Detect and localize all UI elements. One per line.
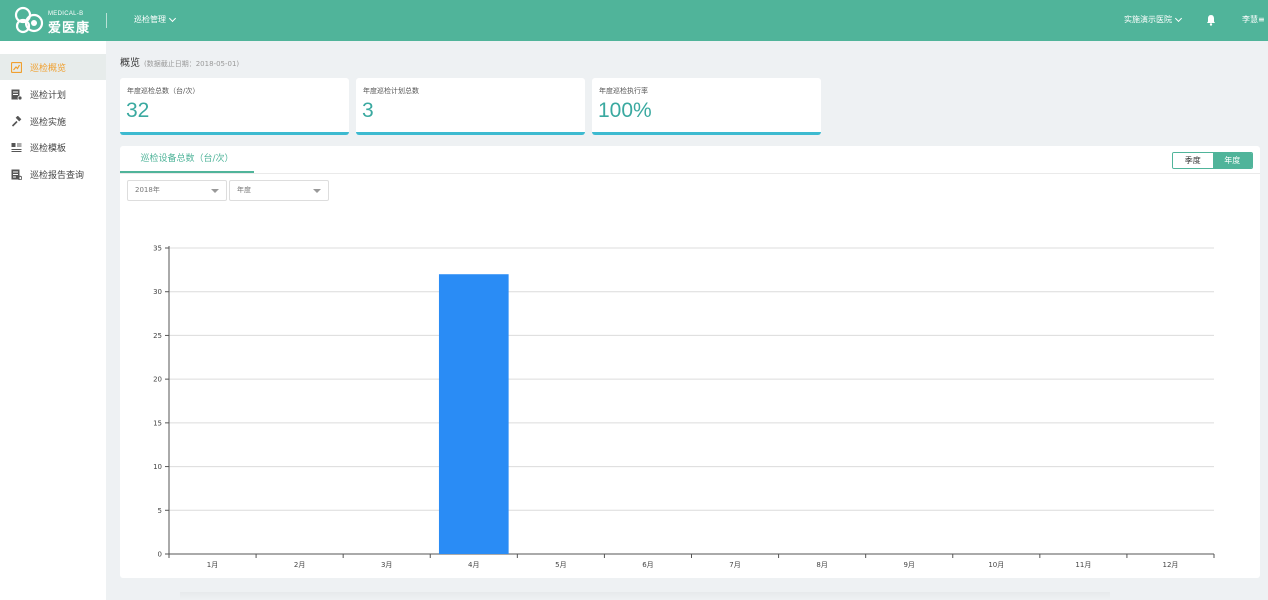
- sidebar-item-overview[interactable]: 巡检概览: [0, 54, 106, 80]
- logo-mark-icon: [14, 6, 44, 34]
- y-tick-label: 20: [153, 376, 162, 384]
- hammer-icon: [9, 114, 23, 128]
- user-menu[interactable]: 李慧≡: [1242, 14, 1265, 25]
- stat-card-value: 100%: [598, 99, 652, 122]
- data-date-note: (数据截止日期：2018-05-01): [144, 60, 240, 68]
- x-tick-label: 1月: [207, 561, 218, 569]
- stat-card-label: 年度巡检计划总数: [363, 87, 419, 95]
- sidebar-item-template[interactable]: 巡检模板: [0, 134, 106, 160]
- x-tick-label: 7月: [729, 561, 740, 569]
- bar-chart: 0 5 10 15 20 25 30 35 1月 2月 3月 4月 5月 6月 7月 8月 9月 10月 11月 12…: [153, 245, 1215, 569]
- sidebar-item-label: 巡检实施: [30, 117, 67, 128]
- header-divider: [106, 13, 107, 28]
- x-tick-label: 2月: [294, 561, 305, 569]
- page-title: 概览 (数据截止日期：2018-05-01): [120, 54, 239, 69]
- y-tick-label: 25: [153, 332, 162, 340]
- stat-card-value: 32: [126, 99, 150, 122]
- stat-card-label: 年度巡检执行率: [599, 87, 648, 95]
- plan-icon: [9, 87, 23, 101]
- sidebar-item-plan[interactable]: 巡检计划: [0, 81, 106, 107]
- y-tick-label: 15: [153, 419, 162, 427]
- stat-card-total: 年度巡检总数（台/次） 32: [120, 78, 349, 135]
- top-bar: MEDICAL-B 爱医康 巡检管理 实施演示医院 李慧≡: [0, 0, 1268, 41]
- chart-panel: 巡检设备总数（台/次） 季度 年度 2018年 年度 0 5 10 15 20 25 30 3…: [120, 146, 1260, 578]
- sidebar: 巡检概览 巡检计划 巡检实施 巡检模板 巡检报告查询: [0, 41, 106, 600]
- sidebar-item-label: 巡检概览: [30, 63, 67, 74]
- x-tick-label: 9月: [903, 561, 914, 569]
- chevron-down-icon: [168, 14, 177, 22]
- logo-text-cn: 爱医康: [48, 21, 91, 36]
- report-icon: [9, 167, 23, 181]
- sidebar-item-label: 巡检报告查询: [30, 170, 85, 181]
- sidebar-item-label: 巡检计划: [30, 90, 67, 101]
- sidebar-item-label: 巡检模板: [30, 143, 67, 154]
- y-tick-label: 5: [158, 507, 162, 515]
- bar-4月: [438, 274, 509, 554]
- stat-card-plan-total: 年度巡检计划总数 3: [356, 78, 585, 135]
- x-tick-label: 11月: [1075, 561, 1091, 569]
- page-bottom-shadow: [180, 592, 1110, 600]
- overview-icon: [9, 60, 23, 74]
- stat-card-value: 3: [362, 99, 374, 122]
- x-tick-label: 3月: [381, 561, 392, 569]
- chevron-down-icon: [1174, 14, 1183, 22]
- y-tick-label: 10: [153, 463, 162, 471]
- y-tick-label: 35: [153, 245, 162, 253]
- stat-card-label: 年度巡检总数（台/次）: [127, 87, 200, 95]
- x-tick-label: 6月: [642, 561, 653, 569]
- logo[interactable]: MEDICAL-B 爱医康: [14, 6, 106, 36]
- y-tick-label: 30: [153, 288, 162, 296]
- x-tick-label: 4月: [468, 561, 479, 569]
- hospital-label: 实施演示医院: [1124, 15, 1172, 24]
- stat-card-execution-rate: 年度巡检执行率 100%: [592, 78, 821, 135]
- x-tick-label: 8月: [816, 561, 827, 569]
- sidebar-item-implement[interactable]: 巡检实施: [0, 108, 106, 134]
- hospital-dropdown[interactable]: 实施演示医院: [1124, 14, 1183, 25]
- page-title-text: 概览: [120, 58, 140, 69]
- x-tick-label: 10月: [988, 561, 1004, 569]
- template-icon: [9, 140, 23, 154]
- inspection-menu-label: 巡检管理: [134, 15, 166, 24]
- x-tick-label: 12月: [1162, 561, 1178, 569]
- sidebar-item-report[interactable]: 巡检报告查询: [0, 161, 106, 187]
- x-tick-label: 5月: [555, 561, 566, 569]
- inspection-menu-dropdown[interactable]: 巡检管理: [134, 14, 177, 25]
- y-tick-label: 0: [158, 551, 162, 559]
- bell-icon[interactable]: [1206, 14, 1216, 26]
